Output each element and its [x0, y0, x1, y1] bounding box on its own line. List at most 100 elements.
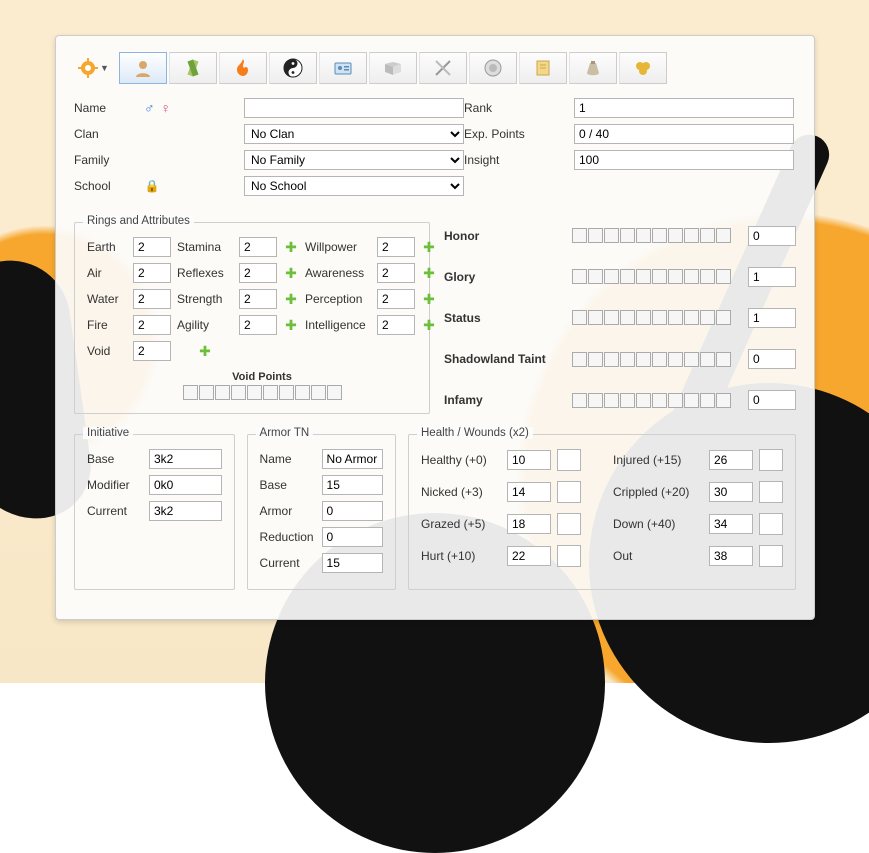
infamy-pip[interactable]	[572, 393, 587, 408]
increase-icon[interactable]: ✚	[421, 265, 437, 282]
taint-pip[interactable]	[604, 352, 619, 367]
status-pip[interactable]	[588, 310, 603, 325]
status-pip[interactable]	[636, 310, 651, 325]
taint-pip[interactable]	[716, 352, 731, 367]
init-mod-input[interactable]	[149, 475, 222, 495]
wound-pip[interactable]	[759, 449, 783, 471]
glory-pip[interactable]	[668, 269, 683, 284]
void-pip[interactable]	[263, 385, 278, 400]
tab-scroll[interactable]	[519, 52, 567, 84]
honor-pip[interactable]	[620, 228, 635, 243]
attr-value-input[interactable]	[377, 289, 415, 309]
tab-coins[interactable]	[619, 52, 667, 84]
infamy-input[interactable]	[748, 390, 796, 410]
infamy-pip[interactable]	[716, 393, 731, 408]
family-select[interactable]: No Family	[244, 150, 464, 170]
attr-value-input[interactable]	[239, 315, 277, 335]
tab-fire[interactable]	[219, 52, 267, 84]
taint-pip[interactable]	[652, 352, 667, 367]
taint-pip[interactable]	[700, 352, 715, 367]
init-cur-input[interactable]	[149, 501, 222, 521]
wound-value-input[interactable]	[507, 514, 551, 534]
increase-icon[interactable]: ✚	[283, 291, 299, 308]
tab-target[interactable]	[469, 52, 517, 84]
taint-pip[interactable]	[684, 352, 699, 367]
wound-pip[interactable]	[557, 545, 581, 567]
increase-icon[interactable]: ✚	[283, 317, 299, 334]
attr-value-input[interactable]	[239, 237, 277, 257]
wound-value-input[interactable]	[507, 546, 551, 566]
void-pip[interactable]	[327, 385, 342, 400]
exp-input[interactable]	[574, 124, 794, 144]
void-pip[interactable]	[247, 385, 262, 400]
glory-pip[interactable]	[716, 269, 731, 284]
glory-pip[interactable]	[604, 269, 619, 284]
status-pip[interactable]	[668, 310, 683, 325]
wound-value-input[interactable]	[709, 450, 753, 470]
infamy-pip[interactable]	[684, 393, 699, 408]
tab-character[interactable]	[119, 52, 167, 84]
tab-id[interactable]	[319, 52, 367, 84]
glory-pip[interactable]	[652, 269, 667, 284]
void-pip[interactable]	[199, 385, 214, 400]
taint-pip[interactable]	[588, 352, 603, 367]
honor-pip[interactable]	[588, 228, 603, 243]
increase-icon[interactable]: ✚	[283, 239, 299, 256]
glory-pip[interactable]	[636, 269, 651, 284]
armor-base-input[interactable]	[322, 475, 383, 495]
honor-pip[interactable]	[716, 228, 731, 243]
rank-input[interactable]	[574, 98, 794, 118]
increase-icon[interactable]: ✚	[177, 343, 233, 360]
glory-input[interactable]	[748, 267, 796, 287]
attr-value-input[interactable]	[239, 263, 277, 283]
wound-value-input[interactable]	[709, 546, 753, 566]
status-pip[interactable]	[684, 310, 699, 325]
infamy-pip[interactable]	[652, 393, 667, 408]
wound-pip[interactable]	[759, 545, 783, 567]
taint-pip[interactable]	[636, 352, 651, 367]
attr-value-input[interactable]	[377, 263, 415, 283]
honor-pip[interactable]	[652, 228, 667, 243]
taint-input[interactable]	[748, 349, 796, 369]
infamy-pip[interactable]	[668, 393, 683, 408]
honor-pip[interactable]	[668, 228, 683, 243]
ring-value-input[interactable]	[133, 315, 171, 335]
void-value-input[interactable]	[133, 341, 171, 361]
honor-input[interactable]	[748, 226, 796, 246]
infamy-pip[interactable]	[588, 393, 603, 408]
wound-pip[interactable]	[759, 513, 783, 535]
init-base-input[interactable]	[149, 449, 222, 469]
ring-value-input[interactable]	[133, 263, 171, 283]
wound-pip[interactable]	[557, 513, 581, 535]
void-pip[interactable]	[311, 385, 326, 400]
glory-pip[interactable]	[588, 269, 603, 284]
infamy-pip[interactable]	[636, 393, 651, 408]
insight-input[interactable]	[574, 150, 794, 170]
status-pip[interactable]	[652, 310, 667, 325]
increase-icon[interactable]: ✚	[421, 291, 437, 308]
attr-value-input[interactable]	[377, 315, 415, 335]
increase-icon[interactable]: ✚	[421, 317, 437, 334]
wound-value-input[interactable]	[507, 450, 551, 470]
taint-pip[interactable]	[620, 352, 635, 367]
armor-cur-input[interactable]	[322, 553, 383, 573]
lock-icon[interactable]: 🔒	[144, 179, 160, 193]
wound-pip[interactable]	[557, 481, 581, 503]
increase-icon[interactable]: ✚	[421, 239, 437, 256]
wound-value-input[interactable]	[709, 514, 753, 534]
wound-pip[interactable]	[759, 481, 783, 503]
school-select[interactable]: No School	[244, 176, 464, 196]
glory-pip[interactable]	[684, 269, 699, 284]
wound-value-input[interactable]	[507, 482, 551, 502]
gender-female-icon[interactable]: ♀	[161, 100, 172, 116]
tab-swords[interactable]	[419, 52, 467, 84]
void-pip[interactable]	[231, 385, 246, 400]
gender-male-icon[interactable]: ♂	[144, 100, 155, 116]
armor-armor-input[interactable]	[322, 501, 383, 521]
honor-pip[interactable]	[636, 228, 651, 243]
tab-skills[interactable]	[169, 52, 217, 84]
settings-menu-button[interactable]: ▼	[74, 52, 113, 84]
wound-pip[interactable]	[557, 449, 581, 471]
name-input[interactable]	[244, 98, 464, 118]
honor-pip[interactable]	[684, 228, 699, 243]
